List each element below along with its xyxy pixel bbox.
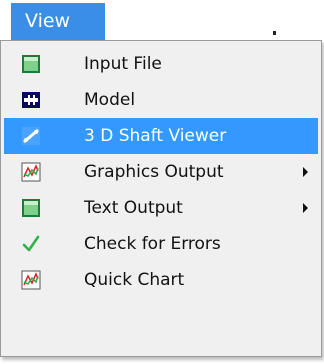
menu-bar: View — [0, 0, 324, 40]
text-output-icon — [21, 198, 41, 218]
menu-item-label: Graphics Output — [84, 162, 224, 182]
menu-item-label: Quick Chart — [84, 270, 185, 290]
view-dropdown-menu: Input File Model 3 D Shaft Viewer Graphi… — [0, 40, 322, 357]
menu-item-label: 3 D Shaft Viewer — [84, 126, 227, 146]
menu-item-quick-chart[interactable]: Quick Chart — [4, 262, 318, 298]
menu-item-label: Text Output — [84, 198, 183, 218]
chart-icon — [21, 270, 41, 290]
menu-item-label: Model — [84, 90, 136, 110]
menu-item-input-file[interactable]: Input File — [4, 46, 318, 82]
submenu-arrow-icon — [303, 203, 308, 213]
menubar-mark — [273, 31, 276, 35]
checkmark-icon — [21, 234, 41, 254]
menu-item-graphics-output[interactable]: Graphics Output — [4, 154, 318, 190]
view-menu-title[interactable]: View — [11, 3, 105, 40]
menu-item-label: Input File — [84, 54, 162, 74]
menu-item-check-for-errors[interactable]: Check for Errors — [4, 226, 318, 262]
menu-item-text-output[interactable]: Text Output — [4, 190, 318, 226]
menu-item-3d-shaft-viewer[interactable]: 3 D Shaft Viewer — [4, 118, 318, 154]
chart-icon — [21, 162, 41, 182]
menu-item-label: Check for Errors — [84, 234, 221, 254]
menu-item-model[interactable]: Model — [4, 82, 318, 118]
submenu-arrow-icon — [303, 167, 308, 177]
shaft-viewer-icon — [21, 126, 41, 146]
input-file-icon — [21, 54, 41, 74]
model-icon — [21, 90, 41, 110]
